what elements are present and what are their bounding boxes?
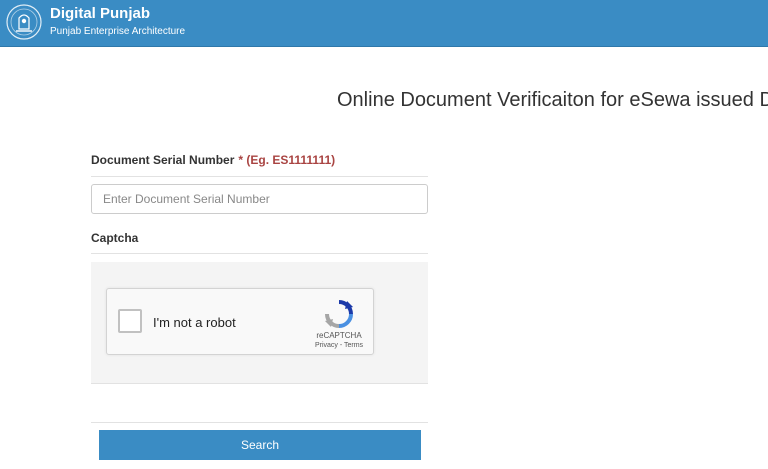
recaptcha-brand: reCAPTCHA xyxy=(316,331,362,340)
recaptcha-links: Privacy - Terms xyxy=(297,342,381,349)
site-title: Digital Punjab xyxy=(50,5,151,22)
terms-link[interactable]: Terms xyxy=(344,342,363,349)
page-title: Online Document Verificaiton for eSewa i… xyxy=(337,89,768,111)
search-button[interactable]: Search xyxy=(99,430,421,460)
divider xyxy=(91,422,428,423)
serial-number-input[interactable] xyxy=(91,184,428,214)
state-emblem-icon xyxy=(6,4,42,40)
privacy-link[interactable]: Privacy xyxy=(315,342,338,349)
captcha-label: Captcha xyxy=(91,231,139,245)
divider xyxy=(91,176,428,177)
serial-number-label-text: Document Serial Number xyxy=(91,153,235,167)
recaptcha-checkbox[interactable] xyxy=(118,309,142,333)
divider xyxy=(91,253,428,254)
recaptcha-logo-icon xyxy=(325,300,353,328)
site-subtitle: Punjab Enterprise Architecture xyxy=(50,26,186,37)
recaptcha-checkbox-label: I'm not a robot xyxy=(153,315,236,330)
top-header: Digital Punjab Punjab Enterprise Archite… xyxy=(0,0,768,47)
recaptcha-widget: I'm not a robot reCAPTCHA Privacy - Term… xyxy=(106,288,374,355)
serial-number-hint: * (Eg. ES1111111) xyxy=(238,153,336,167)
serial-number-label: Document Serial Number * (Eg. ES1111111) xyxy=(91,153,335,167)
